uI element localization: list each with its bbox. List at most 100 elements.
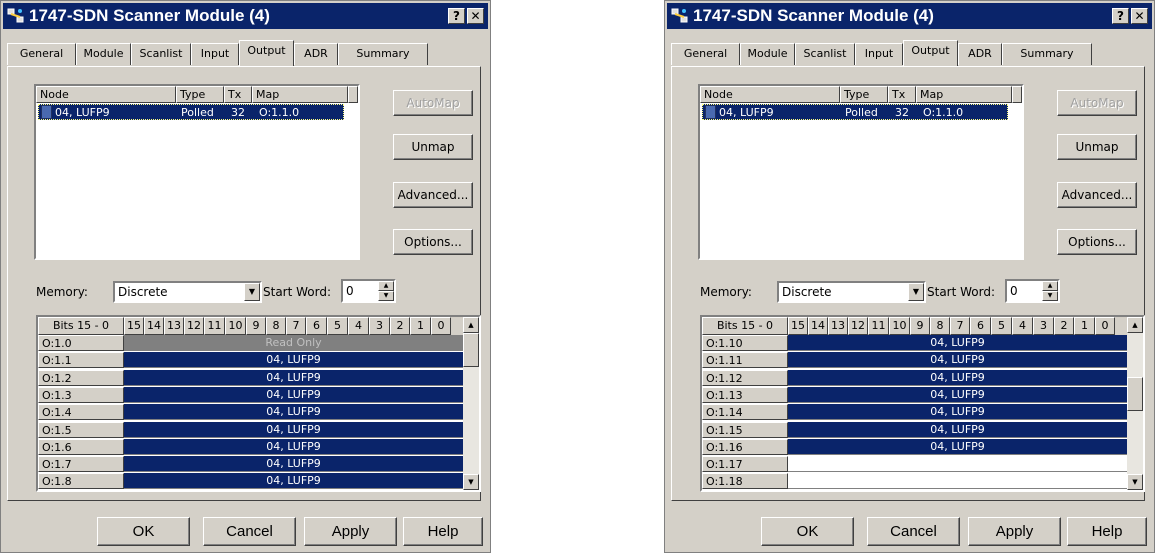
spin-down-icon[interactable]: ▼ xyxy=(1042,291,1058,301)
close-button[interactable]: ✕ xyxy=(1131,8,1148,24)
dropdown-arrow-icon[interactable]: ▼ xyxy=(908,283,924,301)
tab-scanlist[interactable]: Scanlist xyxy=(131,43,191,65)
cancel-button[interactable]: Cancel xyxy=(203,517,296,546)
scanlist-row[interactable]: 04, LUFP9 Polled 32 O:1.1.0 xyxy=(38,104,344,120)
col-node[interactable]: Node xyxy=(700,86,840,103)
row-mapping-cell[interactable]: 04, LUFP9 xyxy=(124,369,463,386)
row-mapping-cell[interactable]: 04, LUFP9 xyxy=(124,438,463,455)
tab-input[interactable]: Input xyxy=(191,43,239,65)
automap-button[interactable]: AutoMap xyxy=(1057,90,1137,116)
col-tx[interactable]: Tx xyxy=(224,86,252,103)
col-map[interactable]: Map xyxy=(916,86,1012,103)
spin-up-icon[interactable]: ▲ xyxy=(1042,281,1058,291)
grid-row[interactable]: O:1.17 xyxy=(702,456,1127,473)
scanlist-listview[interactable]: Node Type Tx Map 04, LUFP9 Polled 32 O:1… xyxy=(34,84,360,260)
col-node[interactable]: Node xyxy=(36,86,176,103)
grid-row[interactable]: O:1.7 04, LUFP9 xyxy=(38,456,463,473)
title-bar[interactable]: 1747-SDN Scanner Module (4) ? ✕ xyxy=(3,3,488,29)
scanlist-row[interactable]: 04, LUFP9 Polled 32 O:1.1.0 xyxy=(702,104,1008,120)
grid-row[interactable]: O:1.2 04, LUFP9 xyxy=(38,369,463,386)
bit-map-grid[interactable]: Bits 15 - 0 15 14 13 12 11 10 9 8 7 6 5 4 3 2 1 0 O:1.0… xyxy=(36,315,481,492)
bit-map-grid[interactable]: Bits 15 - 0 15 14 13 12 11 10 9 8 7 6 5 4 3 2 1 0 O:1.1… xyxy=(700,315,1145,492)
row-mapping-cell[interactable]: 04, LUFP9 xyxy=(124,456,463,473)
memory-select[interactable]: Discrete ▼ xyxy=(777,281,926,303)
spin-down-icon[interactable]: ▼ xyxy=(378,291,394,301)
start-word-spinner[interactable]: 0 ▲ ▼ xyxy=(341,279,396,303)
scroll-thumb[interactable] xyxy=(463,333,479,367)
memory-select[interactable]: Discrete ▼ xyxy=(113,281,262,303)
grid-row[interactable]: O:1.8 04, LUFP9 xyxy=(38,473,463,490)
grid-row[interactable]: O:1.1 04, LUFP9 xyxy=(38,352,463,369)
automap-button[interactable]: AutoMap xyxy=(393,90,473,116)
row-mapping-cell[interactable]: 04, LUFP9 xyxy=(788,404,1127,421)
options-button[interactable]: Options... xyxy=(393,229,473,255)
tab-general[interactable]: General xyxy=(7,43,76,65)
tab-general[interactable]: General xyxy=(671,43,740,65)
grid-row[interactable]: O:1.14 04, LUFP9 xyxy=(702,404,1127,421)
grid-scrollbar[interactable]: ▲ ▼ xyxy=(463,317,479,490)
grid-row[interactable]: O:1.16 04, LUFP9 xyxy=(702,438,1127,455)
row-mapping-cell[interactable]: 04, LUFP9 xyxy=(124,473,463,490)
grid-row[interactable]: O:1.4 04, LUFP9 xyxy=(38,404,463,421)
unmap-button[interactable]: Unmap xyxy=(1057,134,1137,160)
tab-adr[interactable]: ADR xyxy=(958,43,1002,65)
spin-up-icon[interactable]: ▲ xyxy=(378,281,394,291)
scroll-thumb[interactable] xyxy=(1127,377,1143,411)
scroll-up-icon[interactable]: ▲ xyxy=(463,317,479,333)
grid-row[interactable]: O:1.18 xyxy=(702,473,1127,490)
row-mapping-cell[interactable]: 04, LUFP9 xyxy=(788,369,1127,386)
close-button[interactable]: ✕ xyxy=(467,8,484,24)
unmap-button[interactable]: Unmap xyxy=(393,134,473,160)
ok-button[interactable]: OK xyxy=(761,517,854,546)
row-mapping-cell[interactable]: 04, LUFP9 xyxy=(124,421,463,438)
scroll-up-icon[interactable]: ▲ xyxy=(1127,317,1143,333)
grid-row[interactable]: O:1.0 Read Only xyxy=(38,335,463,351)
scroll-down-icon[interactable]: ▼ xyxy=(1127,474,1143,490)
col-map[interactable]: Map xyxy=(252,86,348,103)
grid-row[interactable]: O:1.12 04, LUFP9 xyxy=(702,369,1127,386)
tab-summary[interactable]: Summary xyxy=(338,43,428,65)
row-mapping-cell[interactable]: 04, LUFP9 xyxy=(788,335,1127,351)
title-bar[interactable]: 1747-SDN Scanner Module (4) ? ✕ xyxy=(667,3,1152,29)
advanced-button[interactable]: Advanced... xyxy=(1057,182,1137,208)
tab-input[interactable]: Input xyxy=(855,43,903,65)
help-button[interactable]: Help xyxy=(403,517,483,546)
scanlist-listview[interactable]: Node Type Tx Map 04, LUFP9 Polled 32 O:1… xyxy=(698,84,1024,260)
grid-row[interactable]: O:1.15 04, LUFP9 xyxy=(702,421,1127,438)
apply-button[interactable]: Apply xyxy=(304,517,397,546)
tab-module[interactable]: Module xyxy=(76,43,131,65)
row-mapping-cell[interactable]: 04, LUFP9 xyxy=(788,438,1127,455)
row-mapping-cell[interactable]: 04, LUFP9 xyxy=(788,386,1127,403)
grid-scrollbar[interactable]: ▲ ▼ xyxy=(1127,317,1143,490)
cancel-button[interactable]: Cancel xyxy=(867,517,960,546)
tab-output[interactable]: Output xyxy=(903,40,958,66)
help-title-button[interactable]: ? xyxy=(1112,8,1129,24)
scroll-down-icon[interactable]: ▼ xyxy=(463,474,479,490)
col-type[interactable]: Type xyxy=(840,86,888,103)
grid-row[interactable]: O:1.10 04, LUFP9 xyxy=(702,335,1127,351)
col-tx[interactable]: Tx xyxy=(888,86,916,103)
apply-button[interactable]: Apply xyxy=(968,517,1061,546)
row-mapping-cell[interactable]: 04, LUFP9 xyxy=(124,386,463,403)
tab-summary[interactable]: Summary xyxy=(1002,43,1092,65)
help-button[interactable]: Help xyxy=(1067,517,1147,546)
dropdown-arrow-icon[interactable]: ▼ xyxy=(244,283,260,301)
row-mapping-cell[interactable]: Read Only xyxy=(124,335,463,351)
tab-output[interactable]: Output xyxy=(239,40,294,66)
tab-module[interactable]: Module xyxy=(740,43,795,65)
advanced-button[interactable]: Advanced... xyxy=(393,182,473,208)
tab-adr[interactable]: ADR xyxy=(294,43,338,65)
row-mapping-cell[interactable]: 04, LUFP9 xyxy=(788,421,1127,438)
grid-row[interactable]: O:1.6 04, LUFP9 xyxy=(38,438,463,455)
grid-row[interactable]: O:1.5 04, LUFP9 xyxy=(38,421,463,438)
ok-button[interactable]: OK xyxy=(97,517,190,546)
options-button[interactable]: Options... xyxy=(1057,229,1137,255)
row-mapping-cell[interactable]: 04, LUFP9 xyxy=(788,352,1127,369)
row-mapping-cell[interactable] xyxy=(788,456,1127,473)
grid-row[interactable]: O:1.11 04, LUFP9 xyxy=(702,352,1127,369)
row-mapping-cell[interactable] xyxy=(788,473,1127,490)
row-mapping-cell[interactable]: 04, LUFP9 xyxy=(124,404,463,421)
tab-scanlist[interactable]: Scanlist xyxy=(795,43,855,65)
col-type[interactable]: Type xyxy=(176,86,224,103)
start-word-spinner[interactable]: 0 ▲ ▼ xyxy=(1005,279,1060,303)
